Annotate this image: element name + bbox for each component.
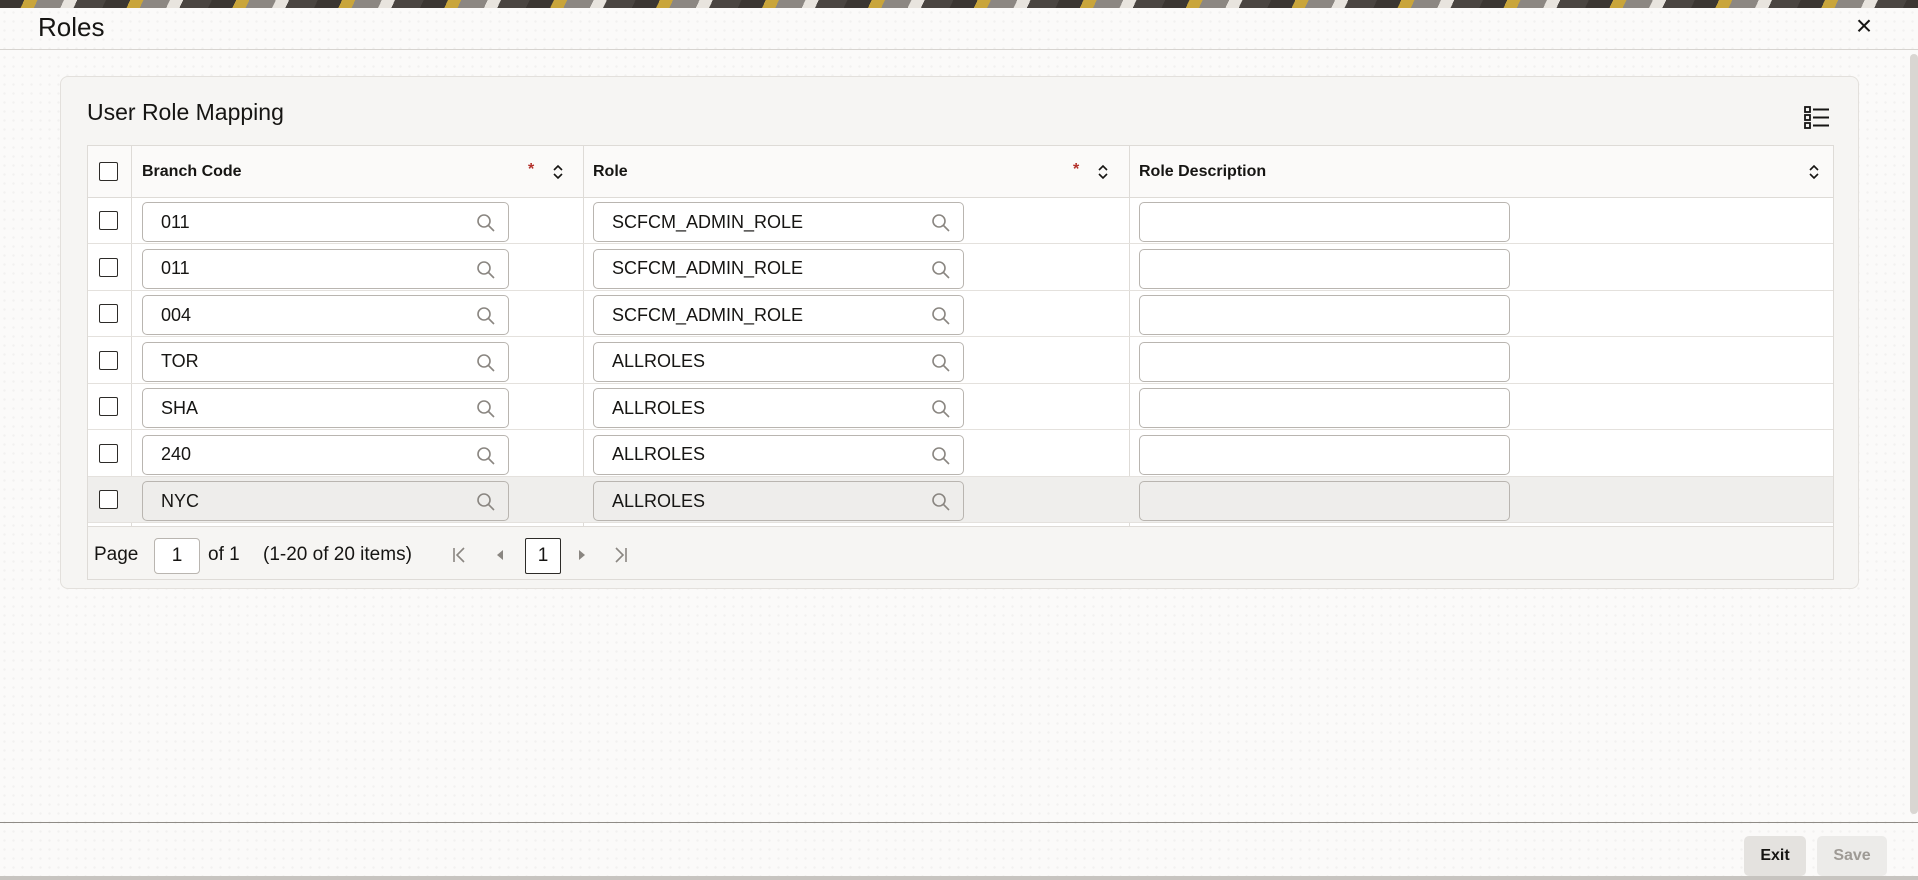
column-header-role[interactable]: Role [593,146,628,198]
next-page-icon[interactable] [572,545,592,565]
search-icon[interactable] [476,492,496,512]
row-checkbox[interactable] [99,490,118,509]
pagination-bar: Page 1 of 1 (1-20 of 20 items) 1 [88,526,1833,579]
role-value: SCFCM_ADMIN_ROLE [612,304,804,325]
table-row[interactable]: 004 SCFCM_ADMIN_ROLE [88,291,1833,337]
branch-code-field[interactable]: NYC [142,481,509,521]
branch-code-field[interactable]: 004 [142,295,509,335]
sort-icon[interactable] [551,162,565,182]
vertical-scrollbar[interactable] [1910,54,1918,814]
search-icon[interactable] [931,399,951,419]
required-marker: * [528,161,535,178]
save-button[interactable]: Save [1817,836,1887,876]
role-value: ALLROLES [612,444,706,464]
table-row[interactable]: TOR ALLROLES [88,338,1833,384]
items-count-label: (1-20 of 20 items) [263,544,412,565]
role-field[interactable]: ALLROLES [593,434,964,475]
branch-code-value: NYC [161,490,200,511]
row-checkbox[interactable] [99,397,118,416]
search-icon[interactable] [931,306,951,326]
required-marker: * [1073,161,1080,178]
role-value: SCFCM_ADMIN_ROLE [612,211,804,232]
search-icon[interactable] [476,260,496,280]
role-description-field[interactable] [1139,388,1510,428]
footer-divider [0,822,1918,823]
role-description-field[interactable] [1139,434,1510,475]
role-field[interactable]: SCFCM_ADMIN_ROLE [593,248,964,289]
header-divider [0,49,1918,50]
role-description-field[interactable] [1139,248,1510,289]
first-page-icon[interactable] [450,545,470,565]
branch-code-field[interactable]: 011 [142,248,509,289]
close-button[interactable]: × [1850,12,1878,40]
column-header-branch-code[interactable]: Branch Code [142,146,242,198]
table-row[interactable]: 240 ALLROLES [88,431,1833,477]
role-description-field[interactable] [1139,481,1510,521]
list-view-icon[interactable] [1804,105,1830,129]
role-field[interactable]: ALLROLES [593,341,964,382]
panel-title: User Role Mapping [87,99,284,125]
search-icon[interactable] [931,492,951,512]
previous-page-icon[interactable] [490,545,510,565]
branch-code-value: SHA [161,397,199,418]
sort-icon[interactable] [1807,162,1821,182]
role-field[interactable]: SCFCM_ADMIN_ROLE [593,295,964,335]
search-icon[interactable] [476,306,496,326]
row-checkbox[interactable] [99,443,118,463]
bottom-border [0,876,1918,880]
row-checkbox[interactable] [99,211,118,230]
role-value: ALLROLES [612,490,706,511]
search-icon[interactable] [476,353,496,373]
dialog-title: Roles [38,12,105,42]
branch-code-field[interactable]: TOR [142,341,509,382]
branch-code-value: 240 [161,444,192,464]
user-role-mapping-panel: User Role Mapping Branch Code * Role * R… [60,76,1859,589]
search-icon[interactable] [476,446,496,466]
search-icon[interactable] [931,353,951,373]
role-field[interactable]: SCFCM_ADMIN_ROLE [593,202,964,242]
page-label: Page [94,544,139,565]
table-row[interactable]: 011 SCFCM_ADMIN_ROLE [88,198,1833,244]
role-description-field[interactable] [1139,341,1510,382]
last-page-icon[interactable] [610,545,630,565]
role-field[interactable]: ALLROLES [593,481,964,521]
branch-code-value: 011 [161,211,190,232]
page-count-label: of 1 [208,544,240,565]
table-row[interactable]: 011 SCFCM_ADMIN_ROLE [88,245,1833,291]
roles-dialog: Roles × User Role Mapping Branch Code * … [0,8,1918,876]
role-value: ALLROLES [612,397,706,418]
role-description-field[interactable] [1139,295,1510,335]
search-icon[interactable] [931,446,951,466]
role-description-field[interactable] [1139,202,1510,242]
branch-code-value: 011 [161,258,190,278]
column-header-role-description[interactable]: Role Description [1139,146,1266,198]
search-icon[interactable] [476,399,496,419]
row-checkbox[interactable] [99,304,118,323]
role-value: ALLROLES [612,351,706,371]
search-icon[interactable] [931,260,951,280]
role-grid: Branch Code * Role * Role Description 01… [87,145,1834,580]
branch-code-field[interactable]: 011 [142,202,509,242]
search-icon[interactable] [931,213,951,233]
branch-code-value: 004 [161,304,192,325]
select-all-checkbox[interactable] [99,162,118,181]
table-row[interactable]: SHA ALLROLES [88,384,1833,430]
role-value: SCFCM_ADMIN_ROLE [612,258,804,278]
branch-code-field[interactable]: SHA [142,388,509,428]
exit-button[interactable]: Exit [1744,836,1806,876]
role-field[interactable]: ALLROLES [593,388,964,428]
branch-code-field[interactable]: 240 [142,434,509,475]
row-checkbox[interactable] [99,257,118,277]
row-checkbox[interactable] [99,350,118,370]
sort-icon[interactable] [1096,162,1110,182]
current-page-button[interactable]: 1 [525,538,561,574]
search-icon[interactable] [476,213,496,233]
grid-header: Branch Code * Role * Role Description [88,146,1833,198]
close-icon: × [1855,10,1873,41]
table-row[interactable]: NYC ALLROLES [88,477,1833,523]
branch-code-value: TOR [161,351,199,371]
page-number-input[interactable]: 1 [154,538,200,574]
